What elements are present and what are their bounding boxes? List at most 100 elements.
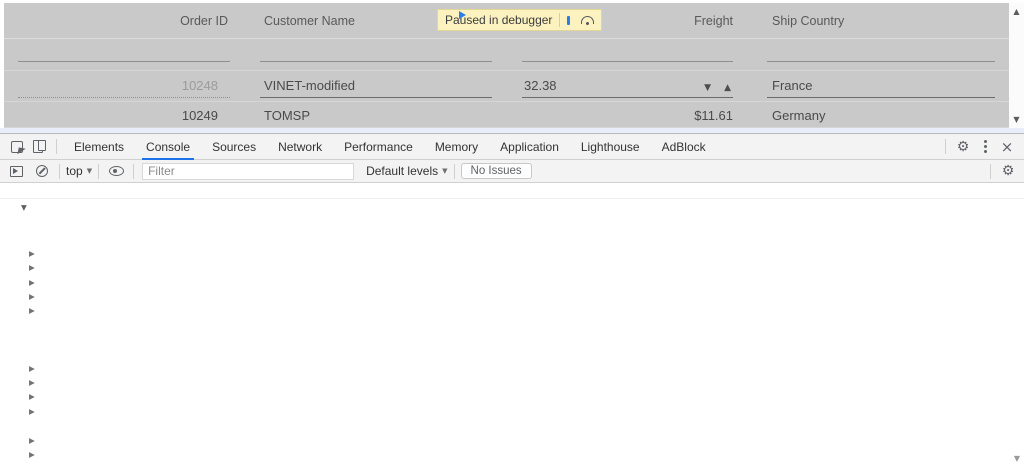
devtools-tab[interactable]: Console xyxy=(135,134,201,160)
filter-input-customer-name[interactable] xyxy=(260,61,492,62)
scroll-down-icon[interactable]: ▼ xyxy=(1009,115,1024,124)
divider xyxy=(454,164,455,179)
grid-edited-row: 10248 VINET-modified 32.38 ▼ ▲ France xyxy=(4,72,1009,102)
no-issues-button[interactable]: No Issues xyxy=(461,163,532,179)
page-scrollbar[interactable]: ▲ ▼ xyxy=(1009,3,1024,128)
log-levels-dropdown[interactable]: Default levels▼ xyxy=(366,164,447,178)
console-filter-input[interactable] xyxy=(142,163,354,180)
devtools-tab[interactable]: Lighthouse xyxy=(570,134,651,160)
spinner-up-icon[interactable]: ▲ xyxy=(724,84,731,93)
console-settings-gear-icon[interactable]: ⚙ xyxy=(997,161,1019,181)
expand-triangle-icon[interactable]: ▶ xyxy=(29,405,39,419)
ship-country-input[interactable]: France xyxy=(767,75,995,98)
console-property-row: ▶endEdit: ƒ () xyxy=(0,275,1024,289)
devtools-menu-kebab-icon[interactable] xyxy=(974,137,996,157)
screen: Order ID Customer Name Freight Ship Coun… xyxy=(0,0,1024,465)
column-header-order-id[interactable]: Order ID xyxy=(18,3,230,38)
devtools-tab[interactable]: Elements xyxy=(63,134,135,160)
grid-filter-row xyxy=(4,40,1009,71)
devtools-tab[interactable]: Application xyxy=(489,134,570,160)
expand-triangle-icon[interactable]: ▶ xyxy=(29,390,39,404)
console-property-row: ▶previousData: {OrderID: 10248, Customer… xyxy=(0,361,1024,375)
resume-script-icon[interactable] xyxy=(567,16,571,25)
expand-triangle-icon[interactable]: ▶ xyxy=(29,304,39,318)
edit-cell-freight: 32.38 ▼ ▲ xyxy=(522,72,733,101)
console-property-row: ▶form: form#grid_1821633465_0EditForm.e-… xyxy=(0,304,1024,318)
console-property-row: ▶row: tr.e-row.e-editedrow xyxy=(0,433,1024,447)
console-property-row: ▶cancelEdit: ƒ () xyxy=(0,247,1024,261)
console-sidebar-icon[interactable] xyxy=(5,161,27,181)
console-property-row: cancel: false xyxy=(0,232,1024,246)
console-output[interactable]: >action.payload <·▼{primaryKey: Array(1)… xyxy=(0,183,1024,465)
inspect-element-icon[interactable] xyxy=(6,137,28,157)
devtools-tab-bar: Elements Console Sources Network Perform… xyxy=(0,134,1024,160)
devtools-tabs: Elements Console Sources Network Perform… xyxy=(63,134,717,160)
divider xyxy=(59,164,60,179)
freight-numeric-input[interactable]: 32.38 xyxy=(522,75,733,98)
chevron-down-icon: ▼ xyxy=(442,167,447,175)
object-properties: action: "edit" cancel: false ▶cancelEdit… xyxy=(0,218,1024,465)
devtools-tab[interactable]: AdBlock xyxy=(651,134,717,160)
customer-name-input[interactable]: VINET-modified xyxy=(260,75,492,98)
devtools-settings-gear-icon[interactable]: ⚙ xyxy=(952,137,974,157)
console-property-row: ▶primaryKeyValue: [10248] xyxy=(0,390,1024,404)
filter-cell-freight xyxy=(522,40,733,70)
devtools-tab[interactable]: Performance xyxy=(333,134,424,160)
console-property-row: requestType: "save" xyxy=(0,419,1024,433)
step-over-icon[interactable] xyxy=(581,16,594,24)
expand-triangle-icon[interactable]: ▶ xyxy=(29,376,39,390)
filter-input-freight[interactable] xyxy=(522,61,733,62)
devtools-tab[interactable]: Network xyxy=(267,134,333,160)
expand-triangle-icon[interactable]: ▶ xyxy=(29,261,39,275)
expand-triangle-icon[interactable]: ▶ xyxy=(29,362,39,376)
console-property-row: action: "edit" xyxy=(0,218,1024,232)
expand-triangle-icon[interactable]: ▶ xyxy=(29,434,39,448)
clear-console-icon[interactable] xyxy=(31,161,53,181)
chevron-down-icon: ▼ xyxy=(87,167,92,175)
divider xyxy=(990,164,991,179)
web-page: Order ID Customer Name Freight Ship Coun… xyxy=(0,0,1024,133)
console-property-row: key: "OrderID" xyxy=(0,333,1024,347)
divider xyxy=(133,164,134,179)
expand-triangle-icon[interactable]: ▶ xyxy=(29,448,39,462)
console-property-row: name: "dataSourceChanged" xyxy=(0,347,1024,361)
edit-cell-ship-country: France xyxy=(767,72,995,101)
devtools-close-icon[interactable]: × xyxy=(996,137,1018,157)
devtools-tab[interactable]: Memory xyxy=(424,134,489,160)
expand-triangle-icon[interactable]: ▶ xyxy=(29,290,39,304)
device-toolbar-icon[interactable] xyxy=(28,137,50,157)
console-toolbar: top▼ Default levels▼ No Issues ⚙ xyxy=(0,160,1024,183)
cell-ship-country: Germany xyxy=(767,103,995,127)
banner-divider xyxy=(559,13,560,27)
devtools-panel: Elements Console Sources Network Perform… xyxy=(0,133,1024,465)
console-command-line: >action.payload xyxy=(0,183,1024,199)
devtools-tab[interactable]: Sources xyxy=(201,134,267,160)
console-property-row: ▶rowData: {OrderID: 10248, CustomerID: "… xyxy=(0,447,1024,461)
scroll-up-icon[interactable]: ▲ xyxy=(1009,7,1024,16)
edit-cell-order-id: 10248 xyxy=(18,72,230,101)
console-property-row: ▶data: {OrderID: 10248, CustomerID: "VIN… xyxy=(0,261,1024,275)
console-property-row: isScroll: false xyxy=(0,318,1024,332)
cell-order-id: 10249 xyxy=(18,103,230,127)
divider xyxy=(56,139,57,154)
freight-spinner: ▼ ▲ xyxy=(704,84,731,93)
expand-triangle-icon[interactable]: ▶ xyxy=(29,247,39,261)
spinner-down-icon[interactable]: ▼ xyxy=(704,84,711,93)
filter-cell-customer-name xyxy=(260,40,492,70)
paused-in-debugger-banner: Paused in debugger xyxy=(437,9,602,31)
column-header-ship-country[interactable]: Ship Country xyxy=(767,3,995,38)
console-scroll-down-icon[interactable]: ▼ xyxy=(1014,454,1020,463)
execution-context-dropdown[interactable]: top▼ xyxy=(66,164,92,178)
collapse-triangle-icon[interactable]: ▼ xyxy=(21,201,27,215)
filter-input-order-id[interactable] xyxy=(18,61,230,62)
console-property-row: ▶primaryKey: ["OrderID"] xyxy=(0,376,1024,390)
expand-triangle-icon[interactable]: ▶ xyxy=(29,276,39,290)
filter-cell-order-id xyxy=(18,40,230,70)
console-property-row: ▶promise: Promise {<pending>} xyxy=(0,404,1024,418)
filter-input-ship-country[interactable] xyxy=(767,61,995,62)
grid-row-10249[interactable]: 10249 TOMSP $11.61 Germany xyxy=(4,103,1009,128)
cell-freight: $11.61 xyxy=(522,103,733,127)
filter-cell-ship-country xyxy=(767,40,995,70)
live-expression-eye-icon[interactable] xyxy=(105,161,127,181)
console-property-row: ▶foreignKeyData: {} xyxy=(0,290,1024,304)
